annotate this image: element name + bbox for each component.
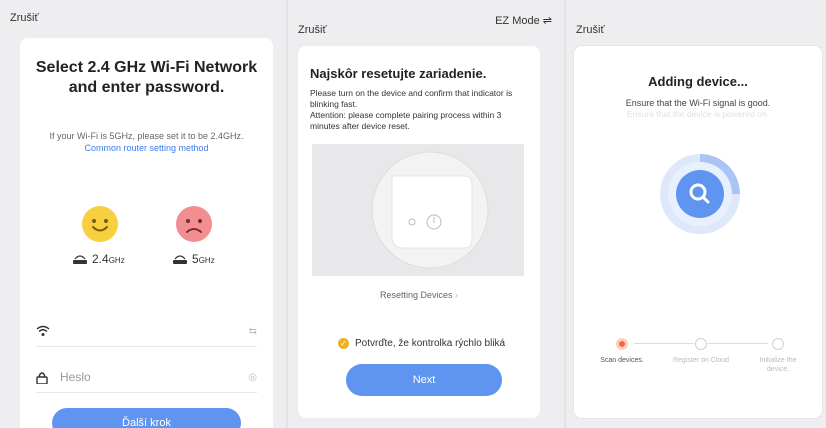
password-field[interactable]: Heslo ◎ xyxy=(36,362,257,393)
step-initialize-label: Initialize the device. xyxy=(759,357,797,373)
router-setting-link[interactable]: Common router setting method xyxy=(84,143,208,153)
eye-icon[interactable]: ◎ xyxy=(248,372,257,383)
confirm-blinking-checkbox[interactable]: ✓ Potvrďte, že kontrolka rýchlo bliká xyxy=(338,338,530,349)
wifi-name-field[interactable]: ⇆ xyxy=(36,316,257,347)
band-5-unit: GHz xyxy=(198,256,215,265)
device-illustration xyxy=(312,144,524,276)
page-title: Adding device... xyxy=(648,74,748,89)
band-24-value: 2.4 xyxy=(92,252,109,266)
step-active-icon xyxy=(616,338,628,350)
cancel-button[interactable]: Zrušiť xyxy=(298,24,327,36)
adding-card: Adding device... Ensure that the Wi-Fi s… xyxy=(574,46,822,418)
ez-mode-label: EZ Mode xyxy=(495,15,540,27)
top-bar: Zrušiť xyxy=(0,10,286,28)
wifi-hint: If your Wi-Fi is 5GHz, please set it to … xyxy=(34,130,259,154)
step-scan: Scan devices. xyxy=(592,338,652,365)
band-24-unit: GHz xyxy=(108,256,125,265)
router-icon xyxy=(73,255,87,264)
password-input[interactable]: Heslo xyxy=(60,370,248,384)
top-bar: Zrušiť xyxy=(566,10,826,36)
signal-hint: Ensure that the Wi-Fi signal is good. xyxy=(625,98,771,108)
happy-face-icon xyxy=(82,206,118,242)
sad-face-icon xyxy=(176,206,212,242)
resetting-devices-label: Resetting Devices xyxy=(379,290,453,300)
cloud-icon xyxy=(695,338,707,350)
band-24-label: 2.4GHz xyxy=(72,252,125,266)
confirm-label: Potvrďte, že kontrolka rýchlo bliká xyxy=(355,338,506,349)
reset-instructions: Please turn on the device and confirm th… xyxy=(310,88,528,132)
reset-card: Najskôr resetujte zariadenie. Please tur… xyxy=(298,46,540,418)
router-icon xyxy=(173,255,187,264)
wifi-setup-panel: Zrušiť Select 2.4 GHz Wi-Fi Network and … xyxy=(0,0,286,428)
band-5-value: 5 xyxy=(192,252,199,266)
device-icon xyxy=(772,338,784,350)
switch-icon[interactable]: ⇆ xyxy=(249,326,257,337)
step-initialize: Initialize the device. xyxy=(748,338,808,374)
wifi-hint-text: If your Wi-Fi is 5GHz, please set it to … xyxy=(49,131,244,141)
lock-icon xyxy=(36,371,48,384)
cancel-button[interactable]: Zrušiť xyxy=(10,12,39,24)
search-progress-icon xyxy=(660,154,740,239)
reset-device-panel: Zrušiť EZ Mode ⇌ Najskôr resetujte zaria… xyxy=(286,0,564,428)
cancel-button[interactable]: Zrušiť xyxy=(576,24,605,36)
chevron-right-icon: › xyxy=(455,290,459,300)
power-hint: Ensure that the device is powered on. xyxy=(626,109,770,119)
step-register: Register on Cloud xyxy=(671,338,731,365)
step-scan-label: Scan devices. xyxy=(600,357,644,364)
wifi-card: Select 2.4 GHz Wi-Fi Network and enter p… xyxy=(20,38,273,428)
adding-device-panel: Zrušiť Adding device... Ensure that the … xyxy=(564,0,826,428)
page-title: Najskôr resetujte zariadenie. xyxy=(310,66,487,81)
page-title: Select 2.4 GHz Wi-Fi Network and enter p… xyxy=(35,59,258,96)
attention-text: Attention: please complete pairing proce… xyxy=(310,110,502,131)
band-5-label: 5GHz xyxy=(172,252,215,266)
ez-mode-switch[interactable]: EZ Mode ⇌ xyxy=(495,14,552,27)
next-step-button[interactable]: Ďalší krok xyxy=(52,408,241,428)
next-button[interactable]: Next xyxy=(346,364,502,396)
resetting-devices-link[interactable]: Resetting Devices › xyxy=(298,290,540,300)
step-register-label: Register on Cloud xyxy=(672,357,730,364)
instruction-text: Please turn on the device and confirm th… xyxy=(310,88,513,109)
check-icon: ✓ xyxy=(338,338,349,349)
wifi-icon xyxy=(36,325,50,336)
